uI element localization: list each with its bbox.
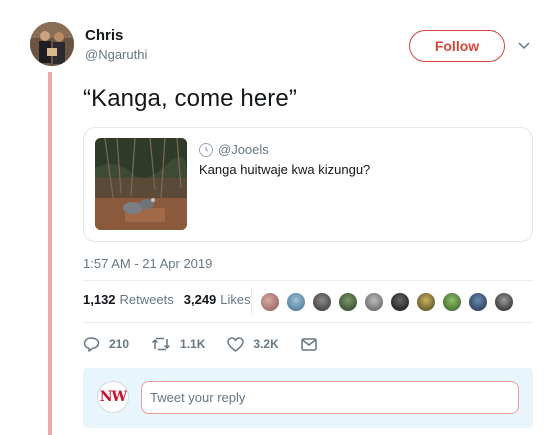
like-count: 3.2K	[253, 337, 279, 351]
liker-avatar[interactable]	[364, 292, 384, 312]
retweet-icon	[152, 337, 171, 351]
heart-icon	[227, 336, 245, 352]
liker-avatar[interactable]	[338, 292, 358, 312]
liker-avatar[interactable]	[312, 292, 332, 312]
tweet-stats: 1,132 Retweets 3,249 Likes	[83, 292, 251, 307]
author-handle[interactable]: @Ngaruthi	[85, 47, 147, 62]
tweet-actions: 210 1.1K 3.2K	[83, 336, 348, 352]
author-avatar[interactable]	[30, 22, 74, 66]
follow-button[interactable]: Follow	[409, 30, 505, 62]
liker-avatar[interactable]	[442, 292, 462, 312]
author-display-name[interactable]: Chris	[85, 27, 123, 44]
divider	[83, 280, 533, 281]
chevron-down-icon[interactable]	[516, 38, 532, 54]
liker-avatar[interactable]	[390, 292, 410, 312]
quoted-author-avatar-icon	[199, 142, 213, 157]
reply-user-avatar[interactable]: NW	[97, 381, 129, 413]
reply-button[interactable]: 210	[83, 336, 129, 352]
reply-input[interactable]	[141, 381, 519, 414]
liker-avatar[interactable]	[494, 292, 514, 312]
likes-label[interactable]: Likes	[220, 292, 250, 307]
liker-avatar[interactable]	[468, 292, 488, 312]
retweets-count[interactable]: 1,132	[83, 292, 116, 307]
tweet-timestamp[interactable]: 1:57 AM - 21 Apr 2019	[83, 256, 212, 271]
quoted-tweet-image[interactable]	[95, 138, 187, 230]
reply-count: 210	[109, 337, 130, 351]
direct-message-button[interactable]	[301, 337, 326, 351]
reply-icon	[83, 337, 100, 352]
thread-line	[48, 72, 52, 435]
quoted-author-handle: @Jooels	[218, 142, 269, 157]
retweet-count: 1.1K	[180, 337, 206, 351]
like-button[interactable]: 3.2K	[227, 336, 279, 352]
reply-composer: NW	[83, 368, 533, 428]
liker-avatar[interactable]	[416, 292, 436, 312]
retweets-label[interactable]: Retweets	[120, 292, 174, 307]
quoted-tweet-text: Kanga huitwaje kwa kizungu?	[199, 162, 371, 177]
liker-avatar[interactable]	[260, 292, 280, 312]
quoted-author[interactable]: @Jooels	[199, 142, 269, 157]
tweet-text: “Kanga, come here”	[83, 85, 297, 112]
reply-avatar-text: NW	[99, 389, 128, 405]
likes-count[interactable]: 3,249	[184, 292, 217, 307]
liker-avatar[interactable]	[286, 292, 306, 312]
stats-separator	[251, 288, 252, 314]
liker-avatars	[260, 292, 520, 312]
retweet-button[interactable]: 1.1K	[151, 337, 205, 351]
quoted-tweet-card[interactable]: @Jooels Kanga huitwaje kwa kizungu?	[83, 127, 533, 242]
divider	[83, 322, 533, 323]
envelope-icon	[301, 337, 317, 351]
